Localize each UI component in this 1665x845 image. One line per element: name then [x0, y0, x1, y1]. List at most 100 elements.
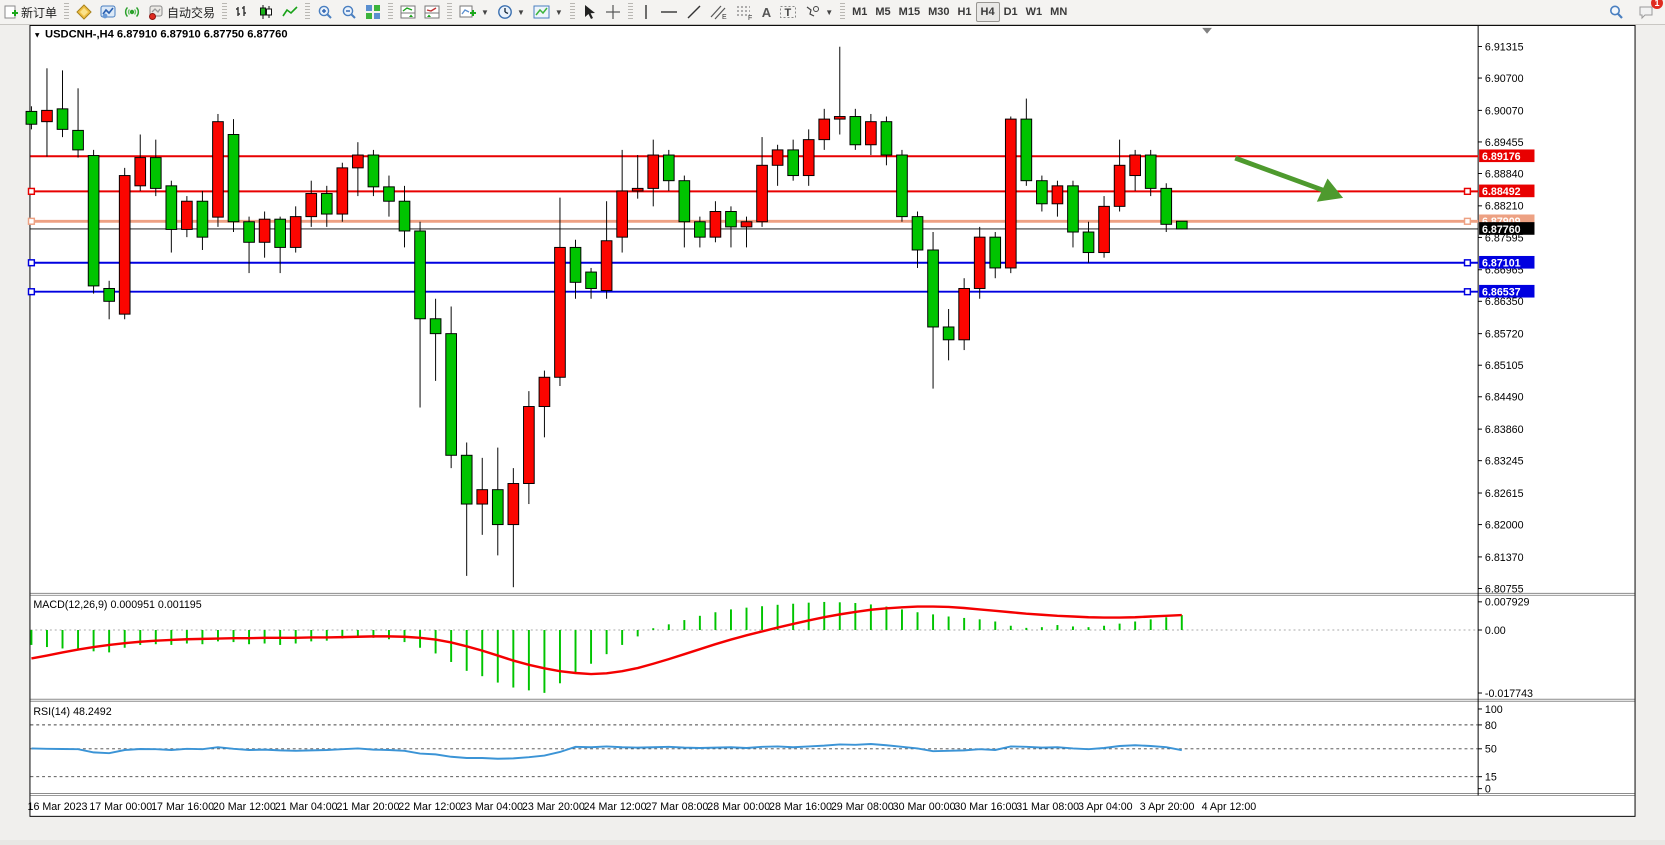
rsi-axis-label: 50: [1485, 744, 1497, 756]
candle-bearish: [788, 150, 799, 176]
price-tick-label: 6.85720: [1485, 329, 1524, 341]
rsi-axis-label: 80: [1485, 720, 1497, 732]
tab-mn[interactable]: MN: [1046, 3, 1071, 21]
new-chart-button[interactable]: ▼: [455, 1, 493, 23]
candle-bullish: [135, 158, 146, 186]
text-label-tool-button[interactable]: T: [775, 1, 801, 23]
candle-bearish: [244, 222, 255, 243]
price-tick-label: 6.85105: [1485, 360, 1524, 372]
candle-chart-mode-button[interactable]: [254, 1, 278, 23]
time-tick-label: 30 Mar 16:00: [954, 801, 1017, 813]
line-handle[interactable]: [29, 188, 35, 194]
time-axis[interactable]: 16 Mar 202317 Mar 00:0017 Mar 16:0020 Ma…: [28, 801, 1257, 813]
price-tick-label: 6.81370: [1485, 552, 1524, 564]
templates-button[interactable]: ▼: [529, 1, 567, 23]
candle-bullish: [772, 150, 783, 165]
crosshair-tool-button[interactable]: [601, 1, 625, 23]
time-tick-label: 17 Mar 16:00: [151, 801, 214, 813]
price-tick-label: 6.90070: [1485, 105, 1524, 117]
toolbar-grip: [570, 3, 575, 21]
tab-h1[interactable]: H1: [953, 3, 975, 21]
channel-tool-button[interactable]: E: [706, 1, 732, 23]
chevron-down-icon: ▼: [555, 8, 563, 17]
line-handle[interactable]: [1465, 289, 1471, 295]
price-tick-label: 6.88840: [1485, 168, 1524, 180]
period-button[interactable]: ▼: [493, 1, 529, 23]
rsi-label: RSI(14) 48.2492: [33, 706, 111, 718]
candle-bearish: [228, 134, 239, 221]
tab-m30[interactable]: M30: [924, 3, 953, 21]
bar-chart-mode-button[interactable]: [230, 1, 254, 23]
vertical-line-tool-button[interactable]: [636, 1, 656, 23]
market-watch-button[interactable]: [96, 1, 120, 23]
candle-bearish: [1145, 155, 1156, 188]
shapes-tool-button[interactable]: ▼: [801, 1, 837, 23]
tile-windows-button[interactable]: [361, 1, 385, 23]
candle-bearish: [368, 155, 379, 187]
line-handle[interactable]: [1465, 260, 1471, 266]
toolbar-grip: [840, 3, 845, 21]
cursor-tool-button[interactable]: [578, 1, 601, 23]
indicators-button[interactable]: [72, 1, 96, 23]
zoom-out-button[interactable]: [337, 1, 361, 23]
chevron-down-icon: ▼: [825, 8, 833, 17]
tab-h4[interactable]: H4: [976, 2, 1000, 22]
zoom-in-button[interactable]: [313, 1, 337, 23]
candle-bearish: [430, 319, 441, 334]
candle-bullish: [290, 217, 301, 248]
new-order-button[interactable]: 新订单: [0, 1, 61, 23]
new-order-icon: [4, 5, 18, 19]
time-tick-label: 21 Mar 20:00: [336, 801, 399, 813]
show-test-panel-button[interactable]: [396, 1, 420, 23]
macd-axis-label: 0.00: [1485, 625, 1506, 637]
time-tick-label: 16 Mar 2023: [28, 801, 88, 813]
toolbar-grip: [447, 3, 452, 21]
time-tick-label: 29 Mar 08:00: [831, 801, 894, 813]
candle-bearish: [726, 211, 737, 226]
line-handle[interactable]: [29, 218, 35, 224]
candle-bearish: [663, 155, 674, 181]
line-handle[interactable]: [29, 289, 35, 295]
auto-trading-button[interactable]: 自动交易: [144, 1, 219, 23]
tab-d1[interactable]: D1: [1000, 3, 1022, 21]
candle-bullish: [1130, 155, 1141, 176]
toolbar-grip: [64, 3, 69, 21]
candle-bullish: [524, 407, 535, 484]
tab-w1[interactable]: W1: [1022, 3, 1047, 21]
add-indicator-pane-button[interactable]: [420, 1, 444, 23]
text-tool-button[interactable]: A: [758, 1, 775, 23]
candle-bullish: [959, 288, 970, 339]
line-handle[interactable]: [1465, 188, 1471, 194]
tab-m15[interactable]: M15: [895, 3, 924, 21]
candle-bearish: [990, 237, 1001, 268]
line-handle[interactable]: [1465, 218, 1471, 224]
line-handle[interactable]: [29, 260, 35, 266]
fibonacci-tool-button[interactable]: F: [732, 1, 758, 23]
trendline-tool-button[interactable]: [682, 1, 706, 23]
candle-bearish: [275, 219, 286, 247]
line-chart-mode-button[interactable]: [278, 1, 302, 23]
time-tick-label: 23 Mar 20:00: [522, 801, 585, 813]
candle-bearish: [384, 187, 395, 201]
notifications-button[interactable]: 1: [1634, 1, 1659, 23]
time-tick-label: 3 Apr 04:00: [1078, 801, 1133, 813]
horizontal-line-tool-button[interactable]: [656, 1, 682, 23]
macd-label: MACD(12,26,9) 0.000951 0.001195: [33, 599, 201, 611]
tab-m1[interactable]: M1: [848, 3, 871, 21]
candle-bearish: [1021, 119, 1032, 181]
signals-button[interactable]: [120, 1, 144, 23]
candle-bullish: [119, 176, 130, 315]
time-tick-label: 24 Mar 12:00: [584, 801, 647, 813]
candle-bearish: [928, 250, 939, 327]
candle-bearish: [88, 156, 99, 286]
time-tick-label: 17 Mar 00:00: [89, 801, 152, 813]
chart-canvas[interactable]: 6.913156.907006.900706.894556.888406.882…: [0, 24, 1665, 845]
candle-bullish: [1114, 165, 1125, 206]
candle-bullish: [306, 194, 317, 217]
time-tick-label: 28 Mar 00:00: [707, 801, 770, 813]
search-button[interactable]: [1604, 1, 1628, 23]
tab-m5[interactable]: M5: [871, 3, 894, 21]
candle-bullish: [741, 222, 752, 227]
candle-bearish: [912, 217, 923, 250]
collapse-arrow-icon[interactable]: ▼: [33, 31, 41, 40]
